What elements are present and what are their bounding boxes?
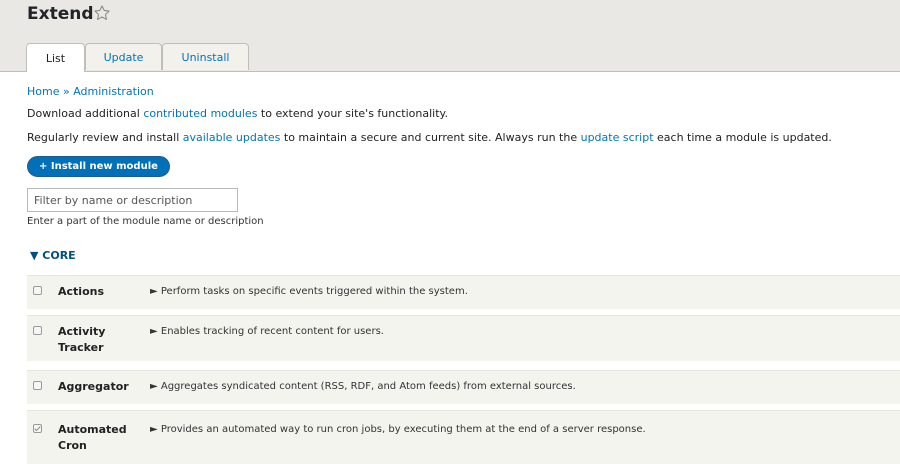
module-name: Actions (58, 285, 104, 298)
tab-list[interactable]: List (26, 43, 85, 72)
tab-update[interactable]: Update (85, 43, 162, 70)
module-checkbox[interactable] (33, 381, 42, 390)
breadcrumb-administration-link[interactable]: Administration (73, 85, 154, 98)
module-description-toggle[interactable]: ► Perform tasks on specific events trigg… (150, 286, 468, 297)
intro-text: to extend your site's functionality. (257, 107, 448, 120)
module-row-aggregator: Aggregator ► Aggregates syndicated conte… (27, 370, 900, 404)
breadcrumb: Home » Administration (27, 85, 154, 98)
module-name: Activity Tracker (58, 324, 105, 356)
page-header: Extend List Update Uninstall (0, 0, 900, 72)
module-name-line: Cron (58, 439, 87, 452)
module-checkbox[interactable] (33, 286, 42, 295)
filter-input[interactable] (27, 188, 238, 212)
intro-line-download: Download additional contributed modules … (27, 107, 448, 120)
intro-text: to maintain a secure and current site. A… (280, 131, 581, 144)
module-row-actions: Actions ► Perform tasks on specific even… (27, 275, 900, 309)
available-updates-link[interactable]: available updates (183, 131, 281, 144)
breadcrumb-separator: » (59, 85, 74, 98)
intro-line-updates: Regularly review and install available u… (27, 131, 832, 144)
module-name-line: Tracker (58, 341, 104, 354)
core-section-toggle[interactable]: ▼ CORE (30, 249, 76, 262)
module-name: Aggregator (58, 380, 129, 393)
module-row-automated-cron: Automated Cron ► Provides an automated w… (27, 410, 900, 464)
contributed-modules-link[interactable]: contributed modules (143, 107, 257, 120)
update-script-link[interactable]: update script (581, 131, 654, 144)
intro-text: each time a module is updated. (653, 131, 832, 144)
module-name-line: Automated (58, 423, 127, 436)
tab-uninstall[interactable]: Uninstall (162, 43, 249, 70)
page-title: Extend (27, 4, 94, 24)
install-new-module-button[interactable]: + Install new module (27, 156, 170, 177)
module-row-activity-tracker: Activity Tracker ► Enables tracking of r… (27, 315, 900, 361)
star-icon[interactable] (93, 4, 111, 22)
module-description-toggle[interactable]: ► Aggregates syndicated content (RSS, RD… (150, 381, 576, 392)
module-checkbox[interactable] (33, 326, 42, 335)
module-description-toggle[interactable]: ► Provides an automated way to run cron … (150, 424, 646, 435)
module-checkbox-checked[interactable] (33, 424, 42, 433)
filter-description: Enter a part of the module name or descr… (27, 216, 264, 227)
module-name-line: Activity (58, 325, 106, 338)
breadcrumb-home-link[interactable]: Home (27, 85, 59, 98)
intro-text: Download additional (27, 107, 144, 120)
intro-text: Regularly review and install (27, 131, 183, 144)
module-name: Automated Cron (58, 422, 127, 454)
module-description-toggle[interactable]: ► Enables tracking of recent content for… (150, 326, 384, 337)
